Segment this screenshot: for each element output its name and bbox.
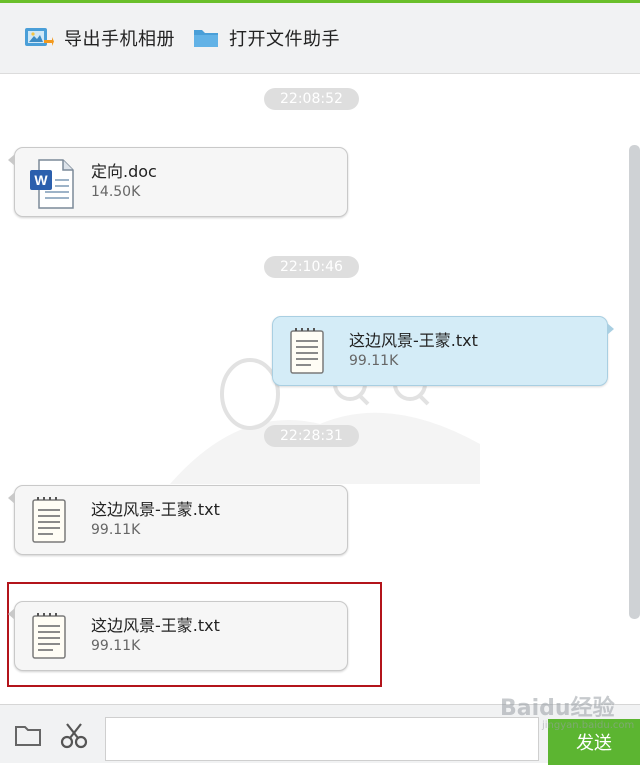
message-input[interactable]	[105, 717, 539, 761]
word-document-icon: W	[29, 158, 79, 214]
watermark-logo: Baidu经验	[500, 696, 615, 721]
folder-icon[interactable]	[14, 723, 42, 751]
file-name: 这边风景-王蒙.txt	[91, 500, 220, 519]
bubble-tail	[8, 608, 15, 620]
timestamp-pill: 22:10:46	[264, 256, 359, 278]
text-file-icon	[287, 327, 327, 381]
toolbar: 导出手机相册 打开文件助手	[0, 3, 640, 74]
bubble-tail	[607, 323, 614, 335]
file-message-incoming[interactable]: 这边风景-王蒙.txt 99.11K	[8, 485, 348, 555]
bubble-tail	[8, 154, 15, 166]
file-size: 99.11K	[91, 638, 141, 654]
file-name: 这边风景-王蒙.txt	[349, 331, 478, 350]
image-export-icon	[24, 26, 54, 50]
file-size: 99.11K	[91, 522, 141, 538]
svg-text:W: W	[34, 172, 48, 188]
scissors-icon[interactable]	[60, 723, 88, 753]
watermark-url: jingyan.baidu.com	[542, 720, 635, 731]
open-file-assistant-button[interactable]: 打开文件助手	[193, 25, 340, 51]
bubble-tail	[8, 492, 15, 504]
file-message-incoming[interactable]: W 定向.doc 14.50K	[8, 147, 348, 217]
baidu-jingyan-watermark: Baidu经验 jingyan.baidu.com	[500, 690, 640, 750]
file-name: 定向.doc	[91, 162, 157, 181]
file-message-incoming[interactable]: 这边风景-王蒙.txt 99.11K	[8, 601, 348, 671]
file-message-outgoing[interactable]: 这边风景-王蒙.txt 99.11K	[272, 316, 614, 386]
scrollbar[interactable]	[629, 145, 640, 619]
file-size: 14.50K	[91, 184, 141, 200]
file-size: 99.11K	[349, 353, 399, 369]
text-file-icon	[29, 496, 69, 550]
folder-icon	[193, 27, 219, 49]
file-name: 这边风景-王蒙.txt	[91, 616, 220, 635]
timestamp-pill: 22:28:31	[264, 425, 359, 447]
export-phone-album-button[interactable]: 导出手机相册	[24, 25, 175, 51]
timestamp-pill: 22:08:52	[264, 88, 359, 110]
open-file-assistant-label: 打开文件助手	[229, 29, 340, 50]
text-file-icon	[29, 612, 69, 666]
chat-area[interactable]: 22:08:52 W 定向.doc 14.50K 22:10:46 这边风景-王…	[0, 74, 640, 704]
export-phone-album-label: 导出手机相册	[64, 29, 175, 50]
